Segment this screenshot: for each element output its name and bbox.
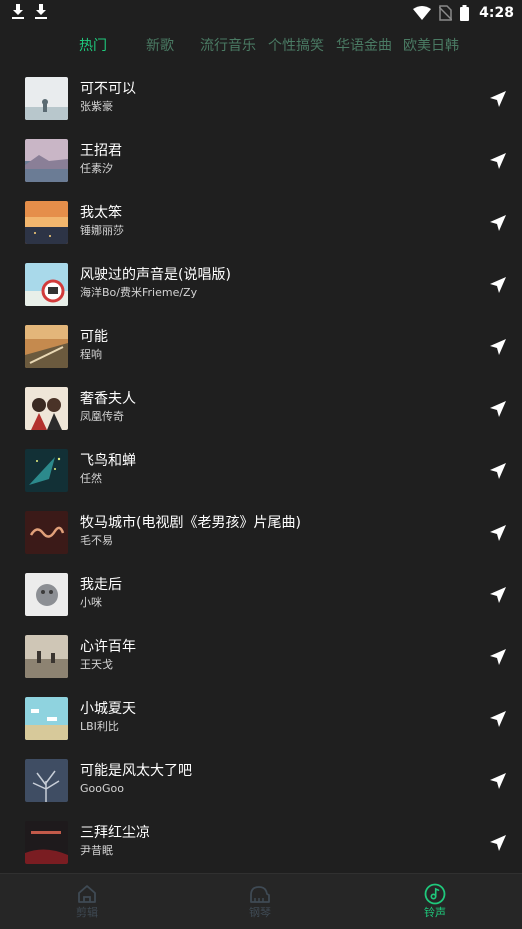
- send-icon[interactable]: [489, 338, 507, 356]
- song-title: 三拜红尘凉: [80, 825, 150, 841]
- nav-label: 铃声: [424, 906, 446, 919]
- status-time: 4:28: [479, 5, 514, 21]
- tab-western-jpkr[interactable]: 欧美日韩: [403, 34, 459, 58]
- song-artist: 尹昔眠: [80, 844, 113, 857]
- music-note-icon: [424, 883, 446, 905]
- nav-ringtone[interactable]: 铃声: [375, 874, 495, 929]
- send-icon[interactable]: [489, 214, 507, 232]
- song-artist: 任素汐: [80, 162, 113, 175]
- song-row[interactable]: 可能是风太大了吧 GooGoo: [0, 749, 522, 811]
- category-tabs: 热门 新歌 流行音乐 个性搞笑 华语金曲 欧美日韩: [0, 34, 522, 58]
- wifi-icon: [413, 6, 432, 20]
- song-artist: 锤娜丽莎: [80, 224, 124, 237]
- album-cover: [25, 449, 68, 492]
- home-icon: [78, 885, 96, 903]
- song-title: 可能是风太大了吧: [80, 763, 192, 779]
- nav-label: 钢琴: [249, 906, 271, 919]
- send-icon[interactable]: [489, 462, 507, 480]
- album-cover: [25, 697, 68, 740]
- song-title: 飞鸟和蝉: [80, 453, 136, 469]
- song-artist: 王天戈: [80, 658, 113, 671]
- send-icon[interactable]: [489, 524, 507, 542]
- send-icon[interactable]: [489, 276, 507, 294]
- song-artist: 小咪: [80, 596, 102, 609]
- song-title: 我太笨: [80, 205, 122, 221]
- tab-new-songs[interactable]: 新歌: [146, 34, 174, 58]
- song-artist: GooGoo: [80, 782, 124, 795]
- song-list: 可不可以 张紫豪 王招君 任素汐 我太笨 锤娜丽莎 风驶过的声音是(说唱版) 海…: [0, 67, 522, 873]
- bottom-nav: 剪辑 钢琴 铃声: [0, 873, 522, 929]
- nav-piano[interactable]: 钢琴: [200, 874, 320, 929]
- tab-pop-music[interactable]: 流行音乐: [200, 34, 256, 58]
- song-row[interactable]: 王招君 任素汐: [0, 129, 522, 191]
- nav-label: 剪辑: [76, 906, 98, 919]
- song-row[interactable]: 牧马城市(电视剧《老男孩》片尾曲) 毛不易: [0, 501, 522, 563]
- download-icon: [35, 4, 47, 19]
- song-title: 心许百年: [80, 639, 136, 655]
- song-row[interactable]: 我太笨 锤娜丽莎: [0, 191, 522, 253]
- song-artist: 程响: [80, 348, 102, 361]
- album-cover: [25, 139, 68, 182]
- album-cover: [25, 325, 68, 368]
- song-title: 牧马城市(电视剧《老男孩》片尾曲): [80, 515, 301, 531]
- album-cover: [25, 77, 68, 120]
- song-artist: 任然: [80, 472, 102, 485]
- download-icon: [12, 4, 24, 19]
- song-title: 可能: [80, 329, 108, 345]
- song-row[interactable]: 我走后 小咪: [0, 563, 522, 625]
- nav-edit[interactable]: 剪辑: [27, 874, 147, 929]
- send-icon[interactable]: [489, 586, 507, 604]
- song-row[interactable]: 飞鸟和蝉 任然: [0, 439, 522, 501]
- song-artist: 毛不易: [80, 534, 113, 547]
- send-icon[interactable]: [489, 400, 507, 418]
- song-artist: LBI利比: [80, 720, 119, 733]
- album-cover: [25, 387, 68, 430]
- song-row[interactable]: 奢香夫人 凤凰传奇: [0, 377, 522, 439]
- tab-hot[interactable]: 热门: [79, 34, 107, 58]
- song-title: 小城夏天: [80, 701, 136, 717]
- song-title: 奢香夫人: [80, 391, 136, 407]
- song-row[interactable]: 可不可以 张紫豪: [0, 67, 522, 129]
- send-icon[interactable]: [489, 834, 507, 852]
- send-icon[interactable]: [489, 648, 507, 666]
- send-icon[interactable]: [489, 772, 507, 790]
- album-cover: [25, 635, 68, 678]
- send-icon[interactable]: [489, 90, 507, 108]
- album-cover: [25, 759, 68, 802]
- piano-icon: [250, 886, 270, 903]
- song-artist: 凤凰传奇: [80, 410, 124, 423]
- album-cover: [25, 573, 68, 616]
- song-row[interactable]: 可能 程响: [0, 315, 522, 377]
- status-bar: 4:28: [0, 0, 522, 26]
- send-icon[interactable]: [489, 152, 507, 170]
- album-cover: [25, 263, 68, 306]
- song-row[interactable]: 小城夏天 LBI利比: [0, 687, 522, 749]
- song-artist: 海洋Bo/费米Frieme/Zy: [80, 286, 198, 299]
- song-artist: 张紫豪: [80, 100, 113, 113]
- song-title: 可不可以: [80, 81, 136, 97]
- song-title: 王招君: [80, 143, 122, 159]
- battery-icon: [460, 5, 470, 21]
- album-cover: [25, 201, 68, 244]
- no-sim-icon: [439, 5, 453, 21]
- album-cover: [25, 511, 68, 554]
- tab-chinese-classics[interactable]: 华语金曲: [336, 34, 392, 58]
- song-title: 风驶过的声音是(说唱版): [80, 267, 231, 283]
- song-row[interactable]: 心许百年 王天戈: [0, 625, 522, 687]
- tab-funny[interactable]: 个性搞笑: [268, 34, 324, 58]
- song-title: 我走后: [80, 577, 122, 593]
- song-row[interactable]: 三拜红尘凉 尹昔眠: [0, 811, 522, 873]
- send-icon[interactable]: [489, 710, 507, 728]
- album-cover: [25, 821, 68, 864]
- song-row[interactable]: 风驶过的声音是(说唱版) 海洋Bo/费米Frieme/Zy: [0, 253, 522, 315]
